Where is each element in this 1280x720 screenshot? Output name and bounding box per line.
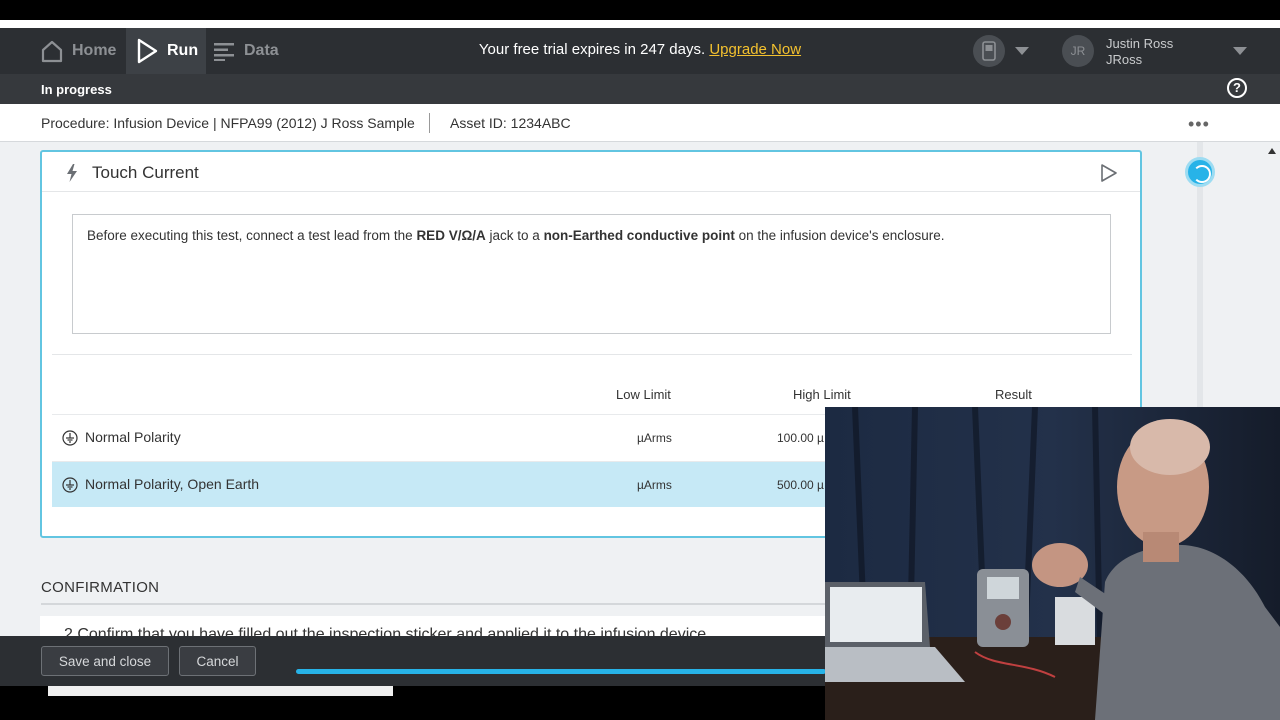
user-menu-chevron-down-icon[interactable] xyxy=(1233,47,1247,55)
nav-run-label: Run xyxy=(167,42,199,59)
earth-icon xyxy=(62,477,78,493)
procedure-divider xyxy=(429,113,430,133)
home-icon xyxy=(41,40,63,63)
earth-icon xyxy=(62,430,78,446)
test-title: Touch Current xyxy=(92,163,199,182)
test-card-header: Touch Current xyxy=(42,152,1140,192)
nav-home-label: Home xyxy=(72,42,117,59)
avatar[interactable]: JR xyxy=(1062,35,1094,67)
row-name: Normal Polarity, Open Earth xyxy=(85,476,260,492)
user-name: Justin Ross xyxy=(1106,36,1174,51)
device-icon xyxy=(982,41,996,61)
test-instructions: Before executing this test, connect a te… xyxy=(72,214,1111,334)
nav-data[interactable]: Data xyxy=(214,28,279,74)
instruction-text-2: jack to a xyxy=(485,228,544,243)
window-top-edge xyxy=(0,0,1280,20)
taskbar-search-box[interactable] xyxy=(48,686,393,696)
asset-id: Asset ID: 1234ABC xyxy=(450,115,571,131)
row-high-limit: 500.00 µ xyxy=(777,478,824,492)
row-low-limit: µArms xyxy=(637,478,672,492)
nav-data-label: Data xyxy=(244,42,279,59)
confirmation-step-text: 2 Confirm that you have filled out the i… xyxy=(64,626,707,636)
run-test-play-icon[interactable] xyxy=(1100,164,1118,182)
progress-indicator-icon[interactable] xyxy=(1185,157,1215,187)
cancel-button[interactable]: Cancel xyxy=(179,646,256,676)
user-handle: JRoss xyxy=(1106,52,1143,67)
nav-home[interactable]: Home xyxy=(40,28,116,74)
column-header-result: Result xyxy=(995,387,1032,402)
save-and-close-button[interactable]: Save and close xyxy=(41,646,169,676)
top-nav-bar: Home Run Data Your free trial expires in… xyxy=(0,28,1280,74)
nav-run[interactable]: Run xyxy=(126,28,206,74)
row-name: Normal Polarity xyxy=(85,429,181,445)
procedure-name: Procedure: Infusion Device | NFPA99 (201… xyxy=(41,115,415,131)
bolt-icon xyxy=(67,164,77,182)
column-header-low-limit: Low Limit xyxy=(616,387,671,402)
list-icon xyxy=(214,43,234,61)
scroll-up-arrow-icon[interactable] xyxy=(1268,148,1276,154)
trial-text: Your free trial expires in 247 days. xyxy=(478,41,706,58)
user-info[interactable]: Justin Ross JRoss xyxy=(1106,36,1173,68)
row-high-limit: 100.00 µ xyxy=(777,431,824,445)
more-icon[interactable]: ••• xyxy=(1188,114,1210,135)
section-divider xyxy=(52,354,1132,355)
device-dropdown-chevron-down-icon[interactable] xyxy=(1015,47,1029,55)
row-low-limit: µArms xyxy=(637,431,672,445)
play-icon xyxy=(137,38,158,64)
device-selector-button[interactable] xyxy=(973,35,1005,67)
instruction-text-3: on the infusion device's enclosure. xyxy=(734,228,945,243)
webcam-presenter-image xyxy=(825,407,1280,720)
footer-progress-bar xyxy=(296,669,826,674)
status-text: In progress xyxy=(41,82,112,97)
window-top-strip xyxy=(0,20,1280,28)
status-bar: In progress ? xyxy=(0,74,1280,104)
webcam-overlay xyxy=(825,407,1280,720)
upgrade-now-link[interactable]: Upgrade Now xyxy=(709,41,801,58)
column-header-high-limit: High Limit xyxy=(793,387,851,402)
instruction-text-1: Before executing this test, connect a te… xyxy=(87,228,417,243)
help-icon[interactable]: ? xyxy=(1227,78,1247,98)
instruction-jack: RED V/Ω/A xyxy=(416,228,486,243)
confirmation-heading: CONFIRMATION xyxy=(41,579,160,596)
procedure-bar: Procedure: Infusion Device | NFPA99 (201… xyxy=(0,104,1280,142)
instruction-point: non-Earthed conductive point xyxy=(543,228,735,243)
